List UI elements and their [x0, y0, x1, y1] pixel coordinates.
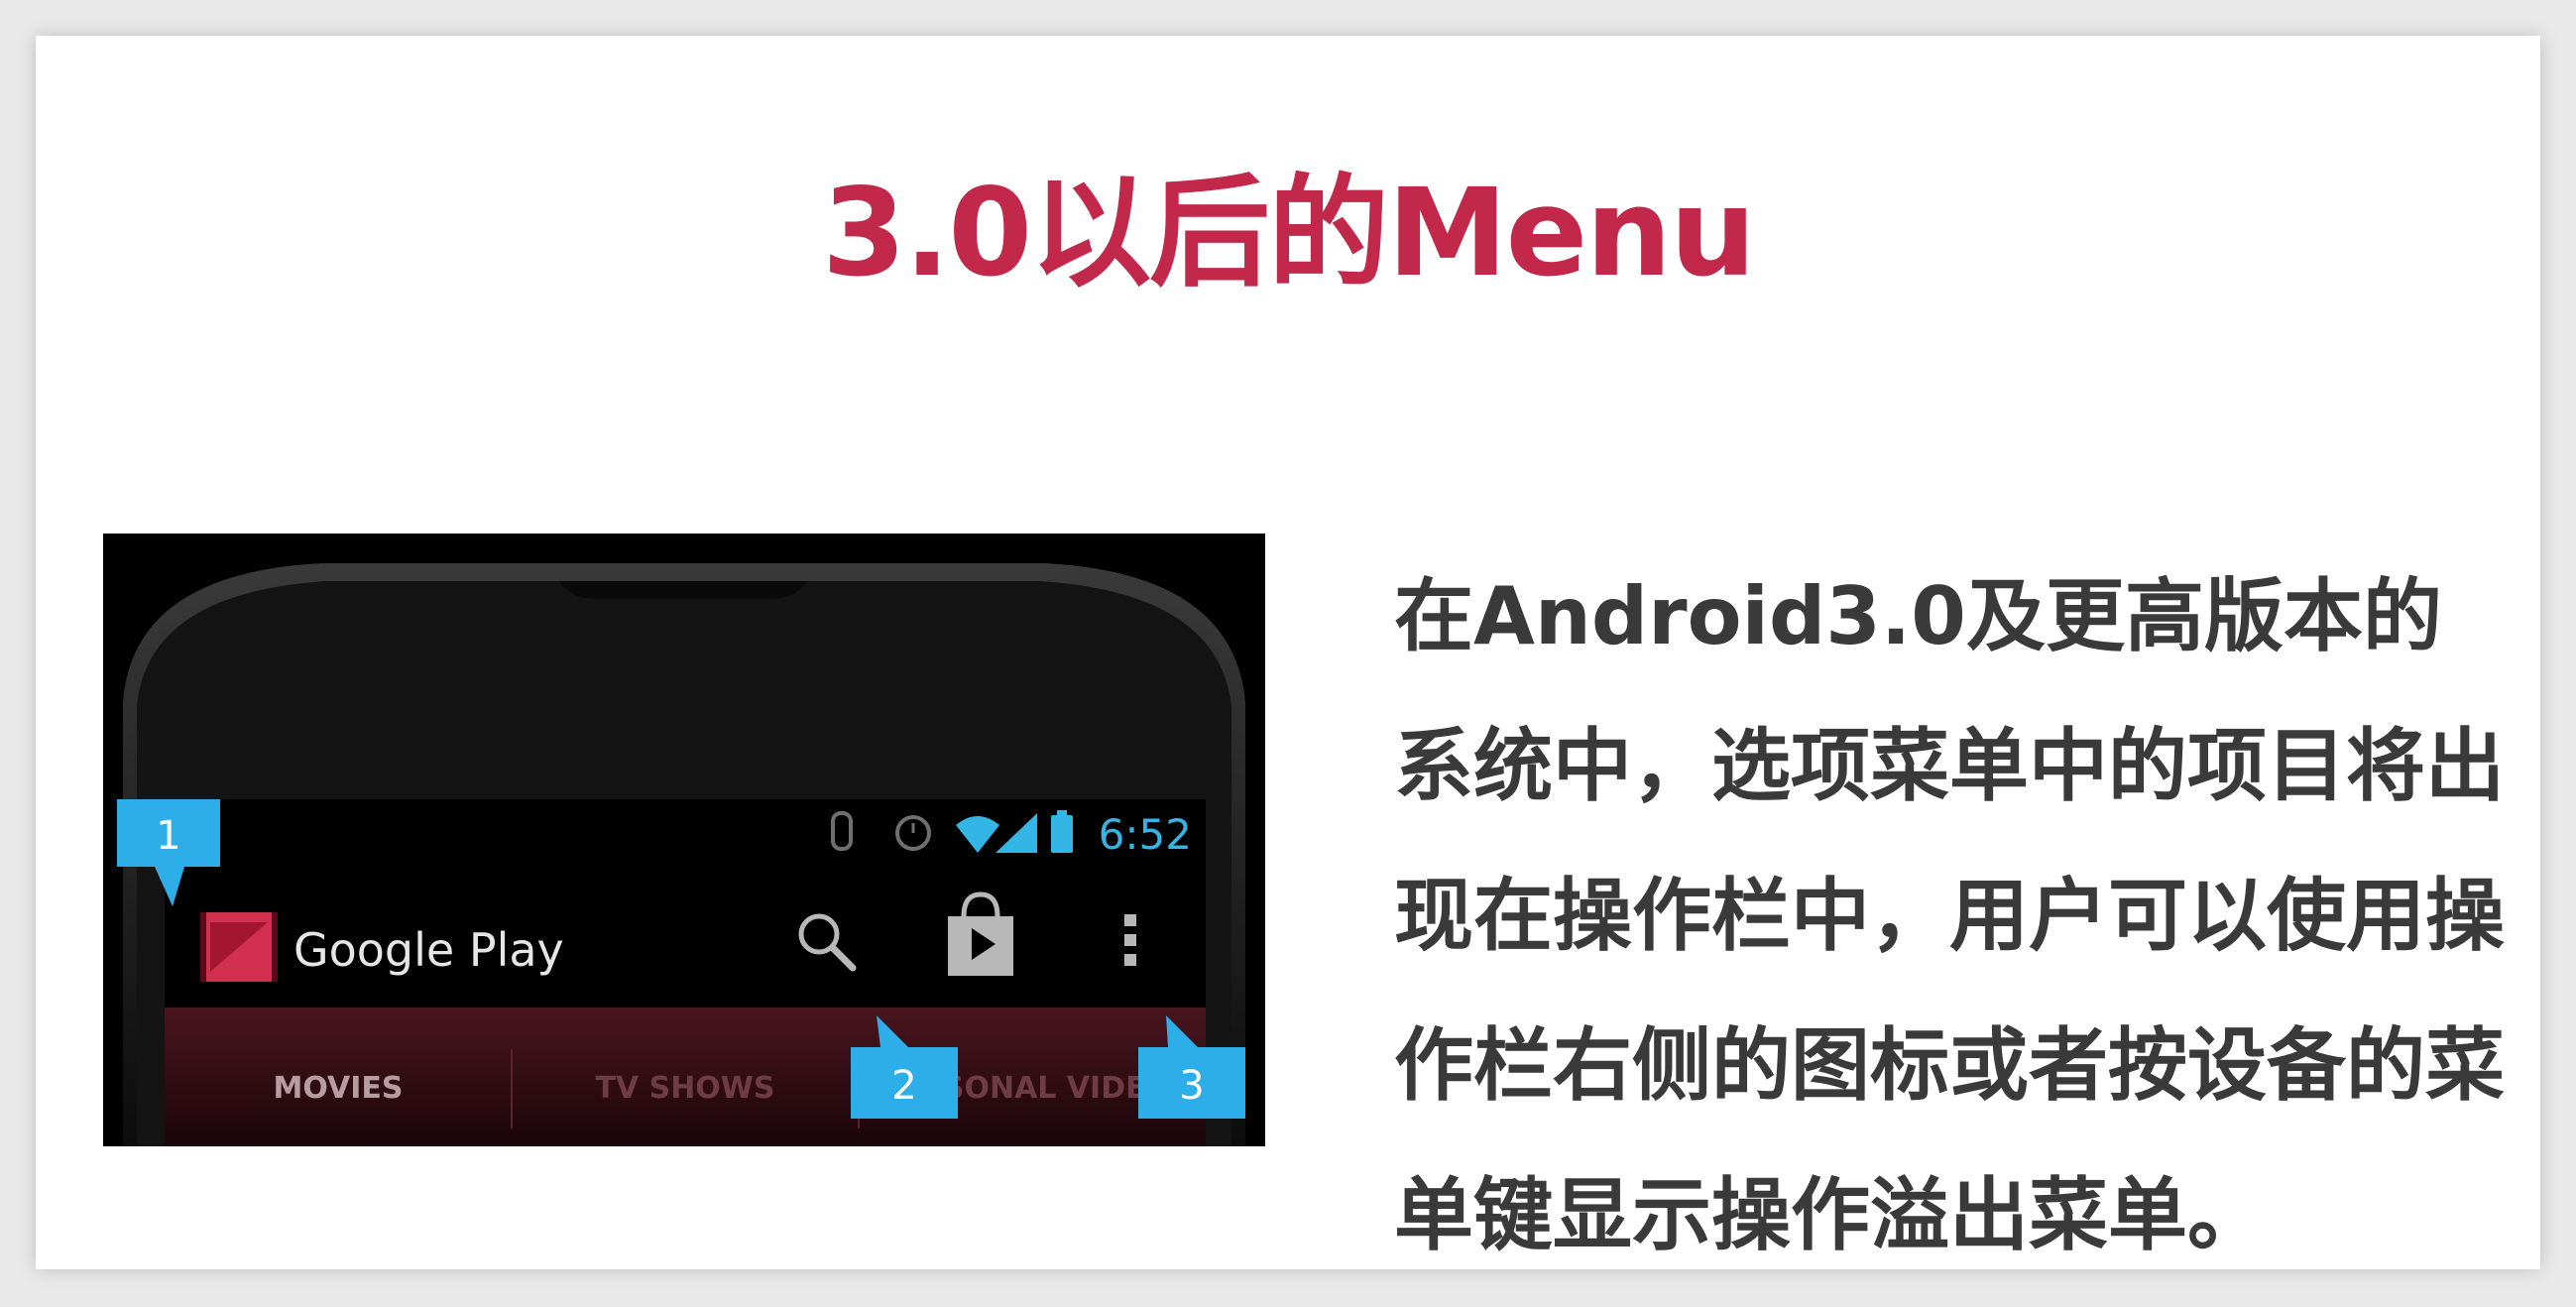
tab-tv-shows[interactable]: TV SHOWS: [595, 1071, 774, 1106]
app-title: Google Play: [293, 923, 564, 977]
callout-2-label: 2: [891, 1063, 916, 1109]
callout-3-label: 3: [1179, 1063, 1204, 1109]
phone-screenshot: 6:52 Google Play MOVIES TV SHOWS PERSONA…: [103, 534, 1265, 1146]
battery-icon: [1051, 810, 1073, 853]
status-time: 6:52: [1099, 810, 1192, 859]
app-logo-icon: [200, 912, 278, 982]
callout-1-label: 1: [156, 813, 180, 859]
overflow-menu-icon[interactable]: [1124, 914, 1136, 966]
description-text: 在Android3.0及更高版本的系统中，选项菜单中的项目将出现在操作栏中，用户…: [1394, 570, 2505, 1261]
slide-title: 3.0以后的Menu: [822, 163, 1756, 303]
phone-speaker-notch: [559, 581, 807, 599]
slide: 3.0以后的Menu 6:52 Google Play MOVIES TV SH…: [36, 36, 2540, 1269]
tab-movies[interactable]: MOVIES: [273, 1071, 403, 1106]
